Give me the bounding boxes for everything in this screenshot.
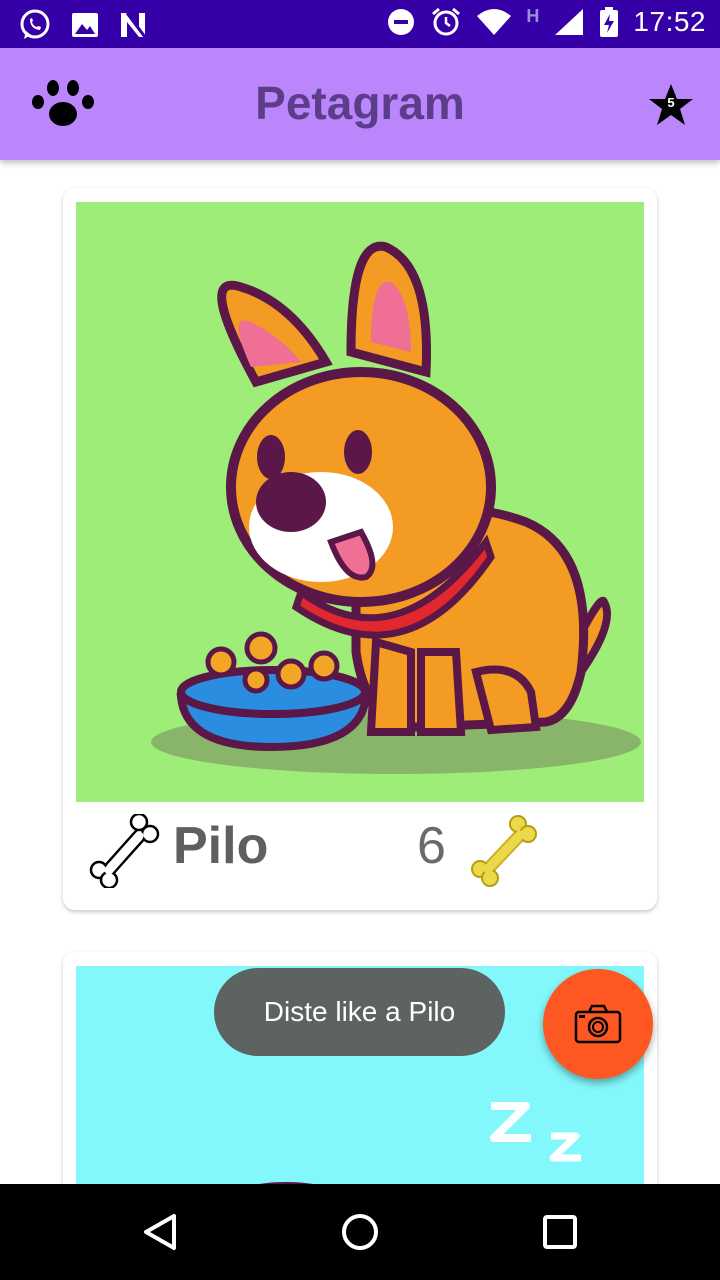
wifi-icon bbox=[477, 9, 512, 35]
favorites-button[interactable]: 5 bbox=[648, 82, 694, 128]
recents-icon[interactable] bbox=[542, 1212, 578, 1252]
likes-count: 6 bbox=[417, 817, 446, 875]
notification-icons bbox=[18, 8, 148, 42]
status-bar: H 17:52 bbox=[0, 0, 720, 48]
do-not-disturb-icon bbox=[388, 9, 415, 35]
pet-name: Pilo bbox=[173, 817, 269, 875]
app-bar: Petagram 5 bbox=[0, 48, 720, 160]
whatsapp-icon bbox=[20, 9, 50, 39]
n-icon bbox=[121, 12, 147, 38]
clock: 17:52 bbox=[633, 6, 706, 37]
camera-icon bbox=[574, 1004, 622, 1044]
dog-eating-illustration bbox=[151, 241, 641, 774]
favorites-count: 5 bbox=[667, 95, 675, 110]
pet-card: Pilo 6 bbox=[63, 188, 657, 910]
bone-outline-icon bbox=[89, 812, 160, 890]
signal-icon bbox=[555, 9, 584, 35]
pet-photo bbox=[76, 202, 644, 802]
like-button[interactable] bbox=[87, 812, 161, 893]
toast-message: Diste like a Pilo bbox=[214, 968, 505, 1056]
app-title: Petagram bbox=[255, 77, 465, 129]
gallery-icon bbox=[72, 13, 98, 37]
bone-gold-icon bbox=[471, 815, 537, 887]
system-icons: H 17:52 bbox=[386, 6, 706, 38]
alarm-icon bbox=[432, 7, 461, 36]
camera-fab[interactable] bbox=[543, 969, 653, 1079]
home-icon[interactable] bbox=[340, 1212, 380, 1252]
navigation-bar bbox=[0, 1184, 720, 1280]
back-icon[interactable] bbox=[142, 1212, 178, 1252]
battery-icon bbox=[600, 7, 619, 37]
network-type-label: H bbox=[526, 5, 540, 26]
